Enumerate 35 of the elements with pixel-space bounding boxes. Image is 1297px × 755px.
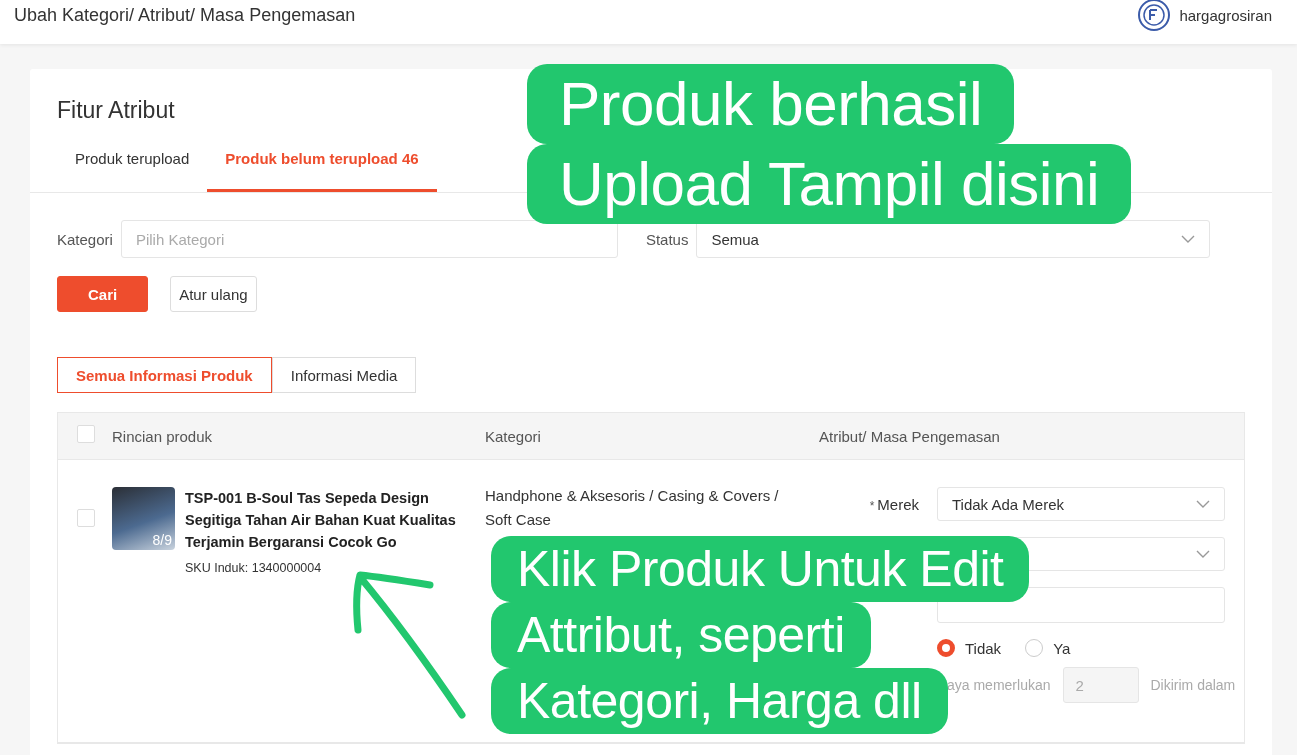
view-tab[interactable]: Semua Informasi Produk — [57, 357, 272, 393]
radio-option[interactable]: Ya — [1025, 639, 1071, 657]
tab[interactable]: Produk belum terupload 46 — [207, 144, 437, 192]
card-title: Fitur Atribut — [57, 97, 175, 124]
account-name[interactable]: hargagrosiran — [1179, 6, 1272, 24]
column-header: Atribut/ Masa Pengemasan — [819, 427, 1001, 445]
select-all-checkbox[interactable] — [77, 425, 95, 443]
category-text: Handphone & Aksesoris / Casing & Covers / Soft Case — [485, 486, 780, 530]
view-tab[interactable]: Informasi Media — [271, 357, 417, 393]
column-header: Rincian produk — [112, 427, 214, 445]
attribute-label: Merek — [877, 495, 919, 513]
chevron-down-icon — [1181, 235, 1195, 243]
chevron-down-icon — [1196, 500, 1210, 508]
column-header: Kategori — [485, 427, 542, 445]
preorder-label: aya memerlukan — [947, 677, 1051, 693]
chevron-down-icon — [1196, 550, 1210, 558]
reset-button[interactable]: Atur ulang — [170, 276, 257, 312]
annotation-tooltip: Kategori, Harga dll — [491, 668, 948, 734]
product-name[interactable]: TSP-001 B-Soul Tas Sepeda Design Segitiga Tahan Air Bahan Kuat Kualitas Terjamin Bergaransi Cocok Go — [185, 487, 465, 553]
annotation-tooltip: Produk berhasil — [527, 64, 1015, 144]
filter-label: Status — [645, 230, 689, 248]
annotation-tooltip: Klik Produk Untuk Edit — [491, 536, 1030, 602]
filter-label: Kategori — [57, 230, 113, 248]
image-count: 8/9 — [152, 532, 172, 548]
annotation-tooltip: Upload Tampil disini — [527, 144, 1132, 224]
annotation-tooltip: Attribut, seperti — [491, 602, 871, 668]
tab[interactable]: Produk terupload — [57, 144, 208, 192]
sku-text: SKU Induk: 1340000004 — [185, 561, 322, 575]
page-title: Ubah Kategori/ Atribut/ Masa Pengemasan — [14, 4, 356, 26]
required-mark: * — [869, 498, 875, 513]
attribute-select[interactable]: Tidak Ada Merek — [937, 487, 1225, 521]
radio-option[interactable]: Tidak — [937, 639, 1002, 657]
preorder-suffix: Dikirim dalam — [1150, 677, 1236, 693]
row-checkbox[interactable] — [77, 509, 95, 527]
search-button[interactable]: Cari — [57, 276, 149, 312]
